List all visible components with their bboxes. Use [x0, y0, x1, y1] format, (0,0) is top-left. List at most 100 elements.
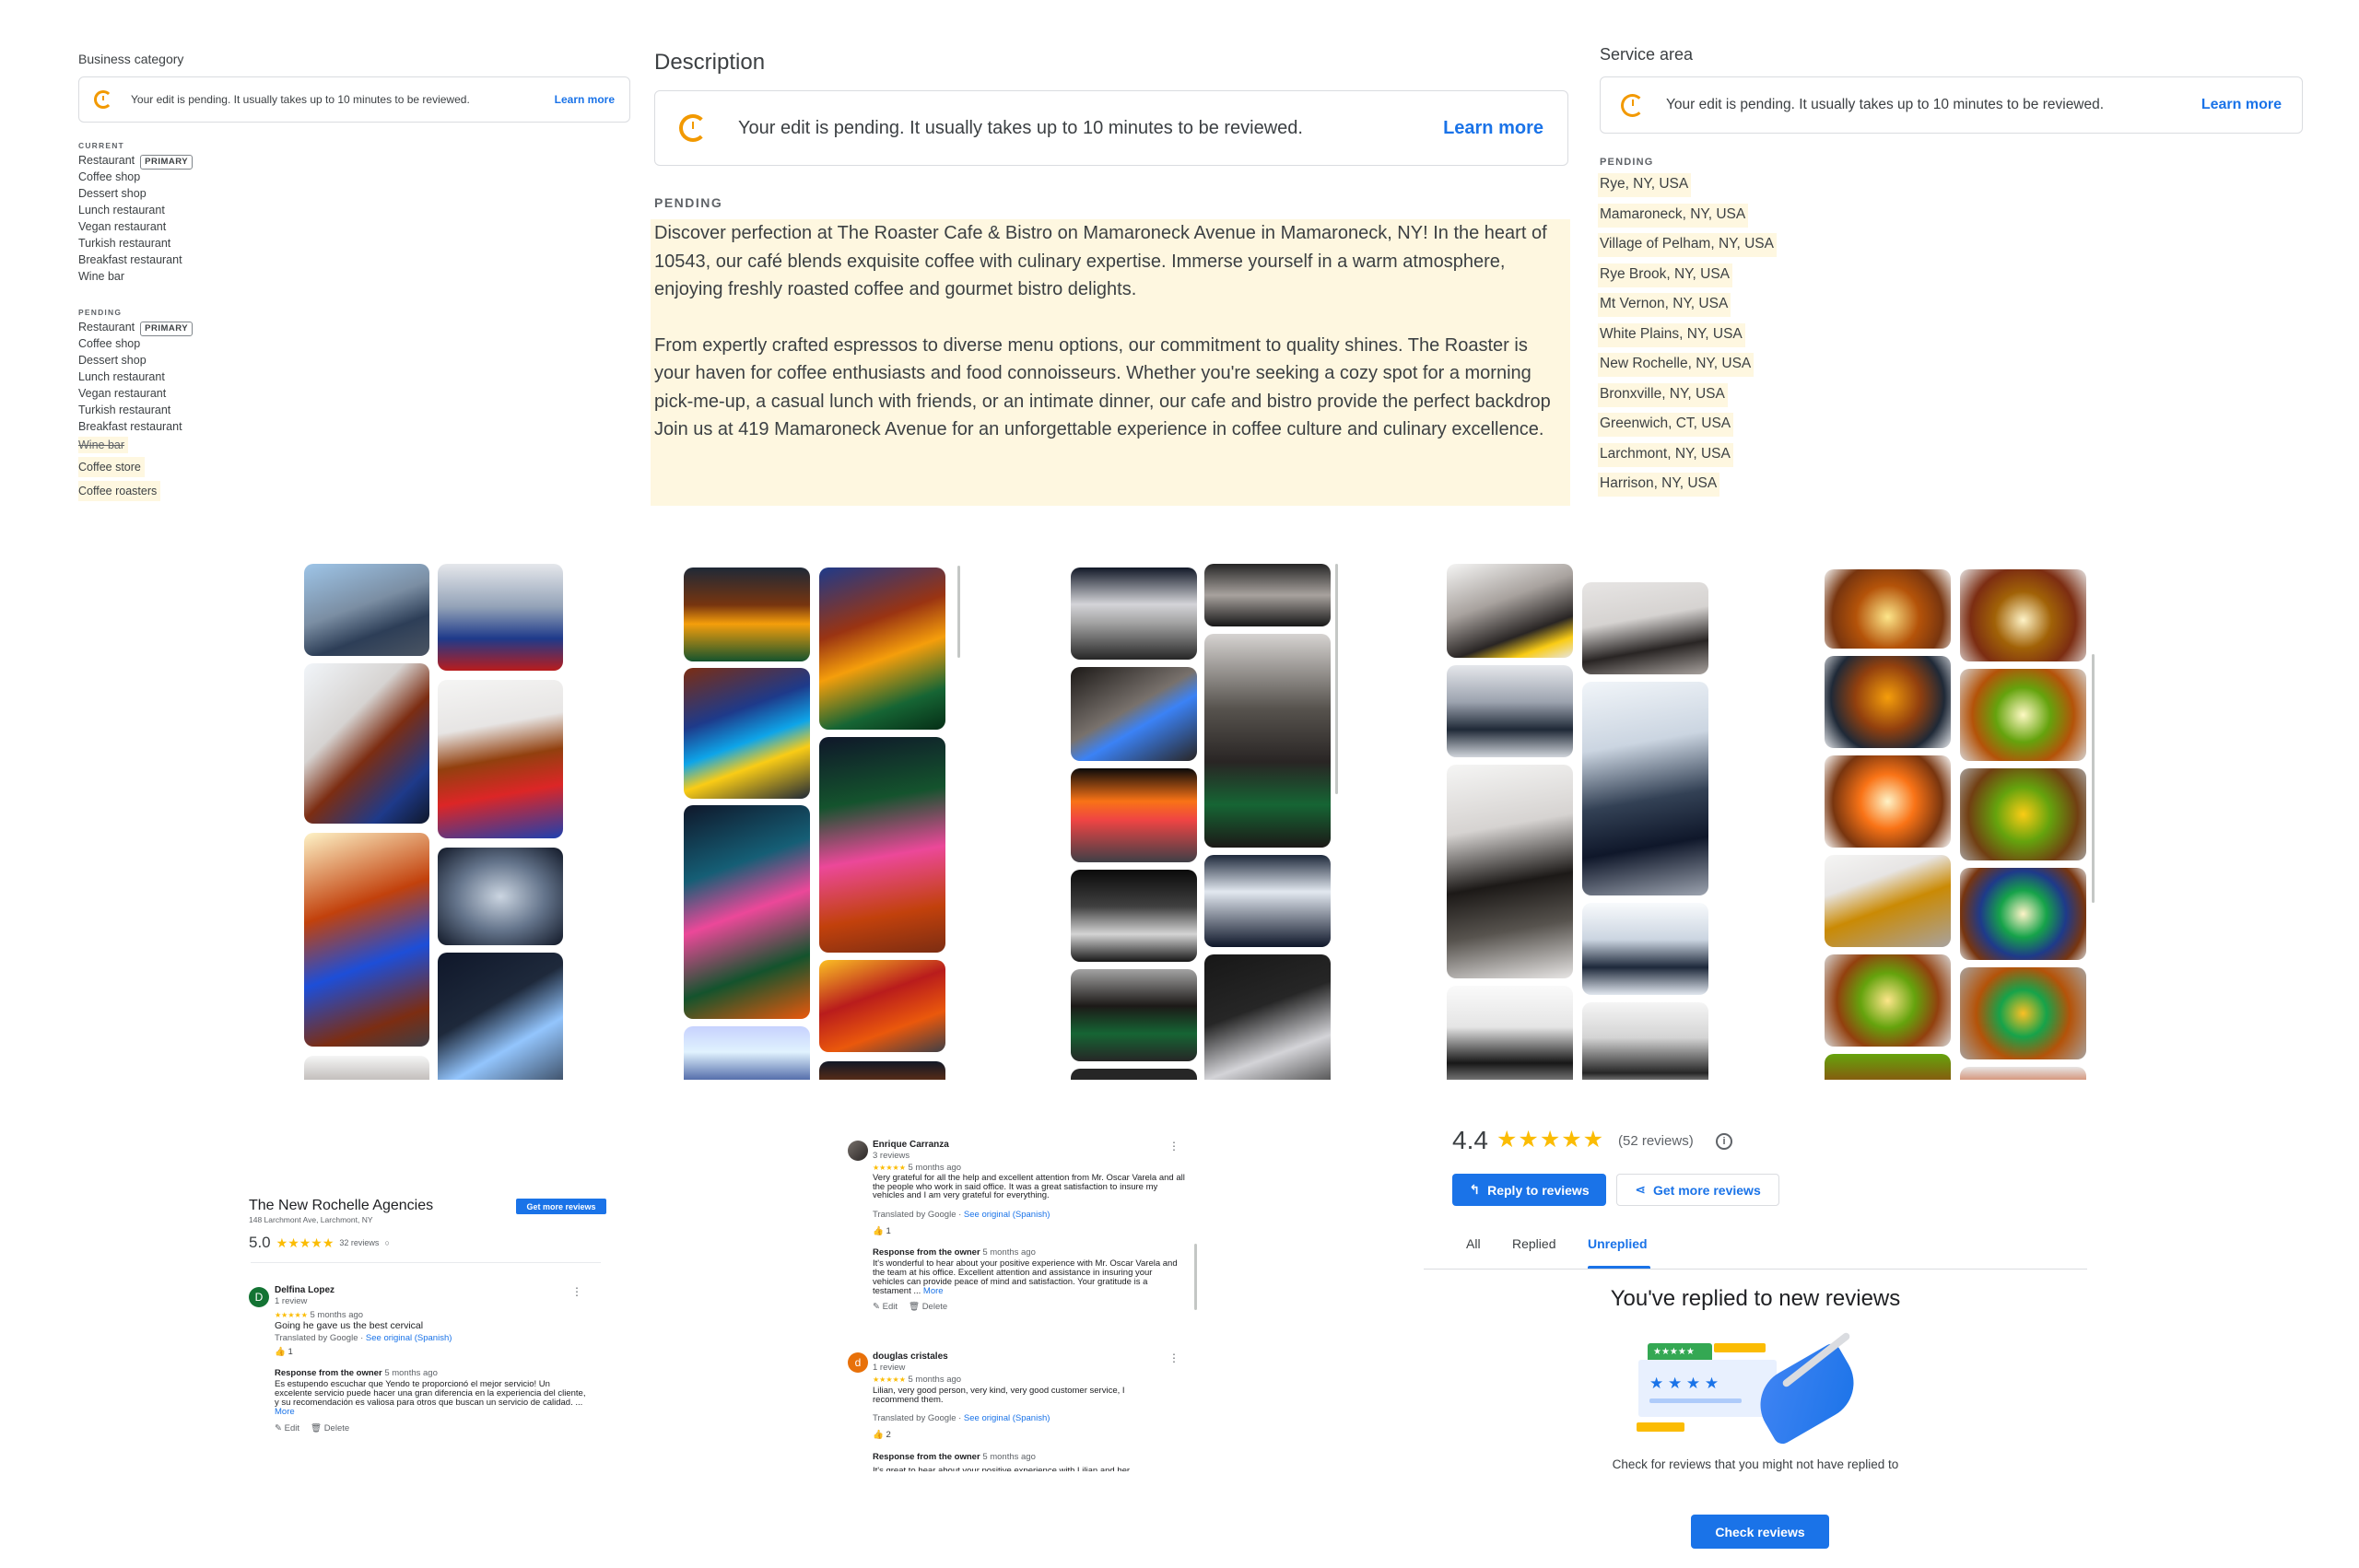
learn-more-link[interactable]: Learn more — [2201, 97, 2282, 113]
area-item: Harrison, NY, USA — [1598, 473, 1720, 497]
see-original-link[interactable]: See original (Spanish) — [964, 1210, 1050, 1220]
photo-thumbnail[interactable] — [438, 680, 563, 838]
photo-grid-scrollbar[interactable] — [2092, 654, 2095, 903]
photo-thumbnail[interactable] — [1825, 569, 1951, 649]
reviewer-name[interactable]: Enrique Carranza — [873, 1140, 949, 1150]
review-scrollbar[interactable] — [1194, 1244, 1197, 1310]
photo-thumbnail[interactable] — [1071, 870, 1197, 962]
reply-to-reviews-button[interactable]: ↰ Reply to reviews — [1452, 1174, 1606, 1206]
edit-button[interactable]: ✎ Edit — [275, 1423, 299, 1433]
category-item: Lunch restaurant — [78, 204, 165, 216]
more-link[interactable]: More — [275, 1407, 295, 1417]
get-more-reviews-button[interactable]: Get more reviews — [516, 1199, 606, 1214]
business-category-title: Business category — [78, 52, 184, 66]
photo-thumbnail[interactable] — [1204, 634, 1331, 848]
more-options-icon[interactable]: ⋮ — [1168, 1140, 1180, 1153]
thumbs-up-icon: 👍 — [873, 1226, 884, 1236]
photo-thumbnail[interactable] — [438, 848, 563, 945]
photo-thumbnail[interactable] — [304, 833, 429, 1047]
photo-thumbnail[interactable] — [304, 663, 429, 824]
photo-thumbnail[interactable] — [1825, 755, 1951, 848]
category-item: Coffee shop — [78, 337, 141, 350]
tab-all[interactable]: All — [1466, 1236, 1481, 1251]
photo-thumbnail[interactable] — [1447, 986, 1573, 1080]
delete-button[interactable]: 🗑 Delete — [311, 1423, 349, 1433]
pending-notice-text: Your edit is pending. It usually takes u… — [738, 117, 1303, 138]
photo-thumbnail[interactable] — [1204, 954, 1331, 1080]
more-options-icon[interactable]: ⋮ — [1168, 1352, 1180, 1364]
photo-thumbnail[interactable] — [1825, 855, 1951, 947]
photo-thumbnail[interactable] — [1960, 768, 2086, 860]
info-icon[interactable]: ○ — [384, 1238, 389, 1247]
share-icon: ⋖ — [1635, 1182, 1646, 1197]
photo-grid-scrollbar[interactable] — [1335, 564, 1338, 794]
like-count[interactable]: 👍 1 — [275, 1347, 293, 1357]
photo-grid-scrollbar[interactable] — [957, 566, 960, 658]
learn-more-link[interactable]: Learn more — [555, 93, 615, 106]
edit-button[interactable]: ✎ Edit — [873, 1302, 898, 1312]
photo-thumbnail[interactable] — [1582, 1002, 1708, 1080]
more-link[interactable]: More — [923, 1286, 944, 1296]
photo-thumbnail[interactable] — [1825, 656, 1951, 748]
reviewer-name[interactable]: douglas cristales — [873, 1352, 948, 1362]
photo-thumbnail[interactable] — [819, 737, 945, 953]
pending-notice: Your edit is pending. It usually takes u… — [78, 76, 630, 123]
photo-thumbnail[interactable] — [1204, 855, 1331, 947]
check-reviews-button[interactable]: Check reviews — [1691, 1515, 1829, 1549]
photo-thumbnail[interactable] — [438, 564, 563, 671]
owner-response: Response from the owner 5 months ago It'… — [873, 1452, 1186, 1480]
photo-thumbnail[interactable] — [1071, 667, 1197, 761]
photo-thumbnail[interactable] — [684, 668, 810, 799]
photo-thumbnail[interactable] — [1071, 768, 1197, 862]
photo-thumbnail[interactable] — [1447, 665, 1573, 757]
photo-thumbnail[interactable] — [1447, 765, 1573, 978]
active-tab-indicator — [1588, 1266, 1650, 1269]
photo-thumbnail[interactable] — [684, 568, 810, 661]
see-original-link[interactable]: See original (Spanish) — [964, 1413, 1050, 1423]
photo-thumbnail[interactable] — [1582, 903, 1708, 995]
photo-thumbnail[interactable] — [1825, 1054, 1951, 1080]
illustration-bar — [1637, 1422, 1684, 1432]
photo-thumbnail[interactable] — [819, 568, 945, 730]
tab-replied[interactable]: Replied — [1512, 1236, 1555, 1251]
photo-thumbnail[interactable] — [1071, 1069, 1197, 1080]
more-options-icon[interactable]: ⋮ — [571, 1285, 582, 1298]
photo-thumbnail[interactable] — [1071, 969, 1197, 1061]
photo-thumbnail[interactable] — [1582, 682, 1708, 895]
photo-thumbnail[interactable] — [684, 805, 810, 1019]
like-count[interactable]: 👍 2 — [873, 1430, 891, 1440]
photo-thumbnail[interactable] — [1960, 669, 2086, 761]
photo-thumbnail[interactable] — [819, 1061, 945, 1080]
photo-thumbnail[interactable] — [1960, 967, 2086, 1059]
info-icon[interactable]: i — [1716, 1133, 1732, 1150]
photo-thumbnail[interactable] — [1960, 569, 2086, 661]
photo-thumbnail[interactable] — [1825, 954, 1951, 1047]
photo-thumbnail[interactable] — [684, 1026, 810, 1080]
photo-thumbnail[interactable] — [1960, 868, 2086, 960]
reviewer-meta: 3 reviews — [873, 1151, 910, 1161]
photo-thumbnail[interactable] — [304, 564, 429, 656]
photo-thumbnail[interactable] — [1582, 582, 1708, 674]
see-original-link[interactable]: See original (Spanish) — [366, 1333, 452, 1343]
photo-thumbnail[interactable] — [819, 960, 945, 1052]
get-more-reviews-button[interactable]: ⋖ Get more reviews — [1616, 1174, 1779, 1206]
category-item: Breakfast restaurant — [78, 253, 182, 266]
description-title: Description — [654, 50, 766, 75]
reviewer-name[interactable]: Delfina Lopez — [275, 1285, 334, 1295]
owner-response: Response from the owner 5 months ago It'… — [873, 1247, 1186, 1296]
photo-thumbnail[interactable] — [1960, 1067, 2086, 1080]
photo-thumbnail[interactable] — [1071, 568, 1197, 660]
pending-clock-icon — [94, 90, 112, 109]
delete-button[interactable]: 🗑 Delete — [909, 1302, 947, 1312]
rating-value: 4.4 — [1452, 1126, 1488, 1154]
rating-stars: ★★★★★ — [1496, 1127, 1605, 1153]
photo-thumbnail[interactable] — [1204, 564, 1331, 626]
photo-thumbnail[interactable] — [1447, 564, 1573, 658]
description-paragraph: Join us at 419 Mamaroneck Avenue for an … — [654, 419, 1544, 439]
owner-response-label: Response from the owner — [873, 1452, 980, 1462]
tab-unreplied[interactable]: Unreplied — [1588, 1236, 1648, 1251]
photo-thumbnail[interactable] — [304, 1056, 429, 1080]
learn-more-link[interactable]: Learn more — [1443, 118, 1543, 139]
photo-thumbnail[interactable] — [438, 953, 563, 1080]
like-count[interactable]: 👍 1 — [873, 1226, 891, 1236]
